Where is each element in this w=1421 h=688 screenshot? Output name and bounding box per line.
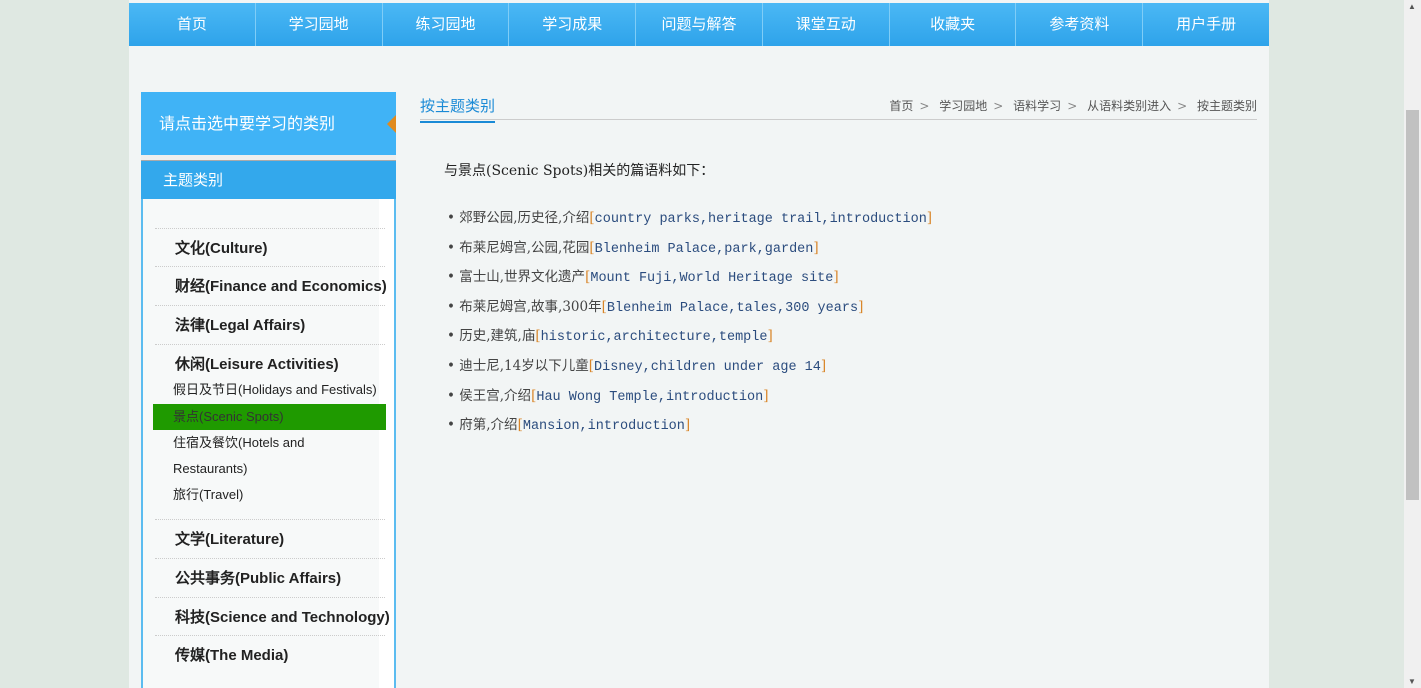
nav-classroom[interactable]: 课堂互动: [763, 3, 890, 46]
item-en[interactable]: Blenheim Palace,tales,300 years: [607, 301, 858, 316]
breadcrumb: 首页 > 学习园地 > 语料学习 > 从语料类别进入 > 按主题类别: [889, 97, 1257, 114]
bullet-icon: •: [447, 298, 460, 315]
item-zh[interactable]: 迪士尼,14岁以下儿童: [459, 358, 588, 374]
nav-qa[interactable]: 问题与解答: [636, 3, 763, 46]
corpus-item[interactable]: • 侯王宫,介绍[Hau Wong Temple,introduction]: [447, 384, 932, 414]
breadcrumb-home[interactable]: 首页: [889, 99, 913, 113]
bullet-icon: •: [447, 239, 460, 256]
subcategory-holidays[interactable]: 假日及节日(Holidays and Festivals): [153, 377, 386, 403]
arrow-icon: [387, 115, 396, 133]
bullet-icon: •: [447, 210, 460, 226]
item-zh[interactable]: 布莱尼姆宫,故事,300年: [459, 299, 601, 315]
divider: [420, 119, 1257, 120]
top-nav: 首页 学习园地 练习园地 学习成果 问题与解答 课堂互动 收藏夹 参考资料 用户…: [129, 3, 1269, 46]
scroll-down-icon[interactable]: ▼: [1408, 677, 1416, 686]
corpus-item[interactable]: • 迪士尼,14岁以下儿童[Disney,children under age …: [447, 354, 932, 384]
item-zh[interactable]: 布莱尼姆宫,公园,花园: [459, 240, 589, 256]
chevron-right-icon: >: [1177, 99, 1188, 113]
category-header: 主题类别: [141, 161, 396, 199]
breadcrumb-current: 按主题类别: [1196, 99, 1257, 113]
item-zh[interactable]: 富士山,世界文化遗产: [459, 269, 585, 285]
sidebar-prompt: 请点击选中要学习的类别: [141, 92, 396, 155]
chevron-right-icon: >: [993, 99, 1004, 113]
item-en[interactable]: Disney,children under age 14: [594, 360, 821, 375]
category-legal[interactable]: 法律(Legal Affairs): [155, 305, 385, 343]
scrollbar[interactable]: ▲ ▼: [1404, 0, 1421, 688]
bullet-icon: •: [447, 269, 460, 286]
nav-results[interactable]: 学习成果: [509, 3, 637, 46]
corpus-item[interactable]: • 布莱尼姆宫,故事,300年[Blenheim Palace,tales,30…: [447, 295, 932, 325]
breadcrumb-study[interactable]: 学习园地: [939, 99, 987, 113]
scrollbar-thumb[interactable]: [1406, 110, 1419, 500]
item-zh[interactable]: 府第,介绍: [459, 417, 517, 433]
subcategory-travel[interactable]: 旅行(Travel): [153, 482, 386, 508]
chevron-right-icon: >: [1067, 99, 1078, 113]
nav-home[interactable]: 首页: [129, 3, 256, 46]
subcategory-hotels-cont[interactable]: Restaurants): [153, 456, 386, 482]
category-list: 文化(Culture) 财经(Finance and Economics) 法律…: [141, 199, 396, 688]
nav-manual[interactable]: 用户手册: [1143, 3, 1269, 46]
bullet-icon: •: [447, 328, 460, 345]
item-zh[interactable]: 侯王宫,介绍: [459, 388, 531, 404]
item-en[interactable]: historic,architecture,temple: [541, 330, 768, 345]
chevron-right-icon: >: [919, 99, 930, 113]
item-en[interactable]: Blenheim Palace,park,garden: [595, 242, 814, 257]
bullet-icon: •: [447, 387, 460, 404]
category-public-affairs[interactable]: 公共事务(Public Affairs): [155, 558, 385, 596]
category-media[interactable]: 传媒(The Media): [155, 635, 385, 673]
category-culture[interactable]: 文化(Culture): [155, 228, 385, 266]
subcategory-hotels[interactable]: 住宿及餐饮(Hotels and: [153, 430, 386, 456]
item-en[interactable]: Hau Wong Temple,introduction: [536, 390, 763, 405]
subcategory-scenic-spots[interactable]: 景点(Scenic Spots): [153, 404, 386, 430]
corpus-item[interactable]: • 郊野公园,历史径,介绍[country parks,heritage tra…: [447, 206, 932, 236]
breadcrumb-corpus[interactable]: 语料学习: [1013, 99, 1061, 113]
breadcrumb-by-category[interactable]: 从语料类别进入: [1087, 99, 1171, 113]
item-en[interactable]: Mansion,introduction: [523, 419, 685, 434]
category-finance[interactable]: 财经(Finance and Economics): [155, 266, 387, 304]
nav-references[interactable]: 参考资料: [1016, 3, 1144, 46]
corpus-list: • 郊野公园,历史径,介绍[country parks,heritage tra…: [447, 206, 932, 443]
page: 首页 学习园地 练习园地 学习成果 问题与解答 课堂互动 收藏夹 参考资料 用户…: [129, 0, 1269, 688]
scroll-up-icon[interactable]: ▲: [1408, 2, 1416, 11]
bullet-icon: •: [447, 417, 460, 434]
category-literature[interactable]: 文学(Literature): [155, 519, 385, 557]
corpus-item[interactable]: • 历史,建筑,庙[historic,architecture,temple]: [447, 324, 932, 354]
item-en[interactable]: country parks,heritage trail,introductio…: [595, 212, 927, 227]
category-science[interactable]: 科技(Science and Technology): [155, 597, 390, 635]
corpus-item[interactable]: • 府第,介绍[Mansion,introduction]: [447, 413, 932, 443]
intro-text: 与景点(Scenic Spots)相关的篇语料如下：: [444, 163, 715, 179]
corpus-item[interactable]: • 富士山,世界文化遗产[Mount Fuji,World Heritage s…: [447, 265, 932, 295]
nav-favorites[interactable]: 收藏夹: [890, 3, 1017, 46]
nav-study[interactable]: 学习园地: [256, 3, 383, 46]
item-zh[interactable]: 历史,建筑,庙: [459, 328, 535, 344]
corpus-item[interactable]: • 布莱尼姆宫,公园,花园[Blenheim Palace,park,garde…: [447, 236, 932, 266]
nav-practice[interactable]: 练习园地: [383, 3, 510, 46]
item-en[interactable]: Mount Fuji,World Heritage site: [590, 271, 833, 286]
bullet-icon: •: [447, 357, 460, 374]
item-zh[interactable]: 郊野公园,历史径,介绍: [459, 210, 589, 226]
